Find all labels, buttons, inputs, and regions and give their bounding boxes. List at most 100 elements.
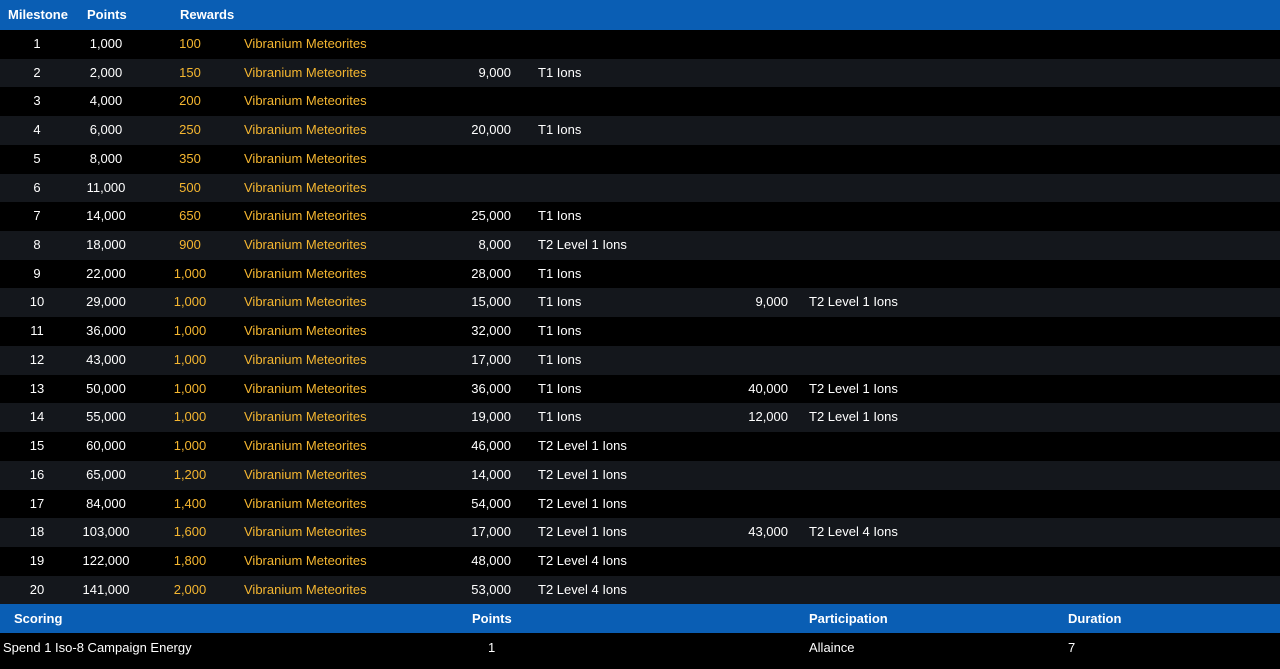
milestone-cell: 8 <box>33 237 41 253</box>
reward-amount-cell: 1,000 <box>173 351 207 367</box>
scoring-table: Scoring Points Participation Duration Sp… <box>0 604 1280 663</box>
ion-name-cell: T2 Level 1 Ions <box>538 466 627 482</box>
reward-amount-cell: 1,000 <box>173 438 207 454</box>
reward-amount-cell: 900 <box>179 237 201 253</box>
ion-name-cell: T2 Level 1 Ions <box>538 524 627 540</box>
ion-amount-cell: 9,000 <box>478 64 511 80</box>
reward-name-cell: Vibranium Meteorites <box>244 438 367 454</box>
table-row: 20 141,000 2,000 Vibranium Meteorites 53,000… <box>0 575 1280 605</box>
table-row: 9 22,000 1,000 Vibranium Meteorites 28,000 T1… <box>0 259 1280 289</box>
points-cell: 122,000 <box>82 552 130 568</box>
table-row: 6 11,000 500 Vibranium Meteorites <box>0 173 1280 203</box>
reward-amount-cell: 2,000 <box>173 581 207 597</box>
reward-amount-cell: 1,600 <box>173 524 207 540</box>
table-row: 11 36,000 1,000 Vibranium Meteorites 32,000 T… <box>0 317 1280 346</box>
milestone-cell: 11 <box>30 323 44 339</box>
milestone-cell: 10 <box>29 294 45 310</box>
reward-name-cell: Vibranium Meteorites <box>244 351 367 367</box>
table-row: 18 103,000 1,600 Vibranium Meteorites 17,000… <box>0 518 1280 547</box>
milestone-cell: 17 <box>29 495 45 511</box>
extra-ion-amount-cell: 12,000 <box>748 409 788 425</box>
reward-amount-cell: 250 <box>179 122 201 138</box>
ion-amount-cell: 14,000 <box>471 466 511 482</box>
reward-name-cell: Vibranium Meteorites <box>244 524 367 540</box>
points-cell: 4,000 <box>89 93 123 109</box>
reward-name-cell: Vibranium Meteorites <box>244 581 367 597</box>
scoring-column-header: Scoring <box>14 611 63 627</box>
reward-amount-cell: 150 <box>179 64 201 80</box>
reward-amount-cell: 1,200 <box>173 466 207 482</box>
reward-name-cell: Vibranium Meteorites <box>244 265 367 281</box>
points-cell: 22,000 <box>86 265 126 281</box>
milestone-cell: 19 <box>29 552 45 568</box>
ion-name-cell: T1 Ions <box>538 208 582 224</box>
ion-name-cell: T1 Ions <box>538 323 582 339</box>
reward-amount-cell: 1,000 <box>173 409 207 425</box>
ion-amount-cell: 46,000 <box>471 438 511 454</box>
milestone-cell: 16 <box>29 466 45 482</box>
reward-name-cell: Vibranium Meteorites <box>244 380 367 396</box>
milestone-cell: 1 <box>33 36 41 51</box>
milestone-cell: 9 <box>33 265 41 281</box>
table-row: 3 4,000 200 Vibranium Meteorites <box>0 87 1280 117</box>
reward-amount-cell: 1,000 <box>173 265 207 281</box>
ion-amount-cell: 32,000 <box>471 323 511 339</box>
rewards-column-header: Rewards <box>180 7 235 22</box>
points-cell: 103,000 <box>82 524 130 540</box>
milestones-header-row: Milestone Points Rewards <box>0 0 1280 30</box>
milestone-cell: 12 <box>29 351 45 367</box>
ion-name-cell: T1 Ions <box>538 351 582 367</box>
points-cell: 1,000 <box>89 36 123 51</box>
extra-ion-amount-cell: 9,000 <box>755 294 788 310</box>
ion-name-cell: T1 Ions <box>538 409 582 425</box>
scoring-row: Spend 1 Iso-8 Campaign Energy 1 Allaince… <box>0 633 1280 663</box>
points-cell: 43,000 <box>86 351 126 367</box>
milestone-column-header: Milestone <box>8 7 68 22</box>
table-row: 14 55,000 1,000 Vibranium Meteorites 19,000 T… <box>0 403 1280 433</box>
reward-amount-cell: 500 <box>179 179 201 195</box>
points-cell: 55,000 <box>86 409 126 425</box>
milestone-cell: 18 <box>29 524 45 540</box>
ion-name-cell: T1 Ions <box>538 380 582 396</box>
points-cell: 11,000 <box>86 179 126 195</box>
ion-name-cell: T2 Level 1 Ions <box>538 495 627 511</box>
ion-amount-cell: 48,000 <box>471 552 511 568</box>
milestone-cell: 3 <box>33 93 41 109</box>
ion-amount-cell: 15,000 <box>471 294 511 310</box>
reward-name-cell: Vibranium Meteorites <box>244 64 367 80</box>
duration-value: 7 <box>1068 640 1076 656</box>
ion-amount-cell: 19,000 <box>471 409 511 425</box>
points-cell: 141,000 <box>82 581 130 597</box>
reward-amount-cell: 1,000 <box>173 294 207 310</box>
ion-name-cell: T2 Level 4 Ions <box>538 552 627 568</box>
reward-name-cell: Vibranium Meteorites <box>244 36 367 51</box>
reward-name-cell: Vibranium Meteorites <box>244 237 367 253</box>
extra-ion-amount-cell: 40,000 <box>748 380 788 396</box>
ion-name-cell: T1 Ions <box>538 122 582 138</box>
points-cell: 29,000 <box>86 294 126 310</box>
reward-name-cell: Vibranium Meteorites <box>244 93 367 109</box>
points-cell: 84,000 <box>86 495 126 511</box>
milestone-cell: 6 <box>33 179 41 195</box>
reward-amount-cell: 1,400 <box>173 495 207 511</box>
extra-ion-name-cell: T2 Level 1 Ions <box>809 294 898 310</box>
table-row: 19 122,000 1,800 Vibranium Meteorites 48,000… <box>0 546 1280 576</box>
ion-name-cell: T2 Level 1 Ions <box>538 237 627 253</box>
table-row: 4 6,000 250 Vibranium Meteorites 20,000 T1 Io… <box>0 116 1280 145</box>
ion-amount-cell: 20,000 <box>471 122 511 138</box>
ion-amount-cell: 17,000 <box>471 524 511 540</box>
reward-name-cell: Vibranium Meteorites <box>244 179 367 195</box>
table-row: 15 60,000 1,000 Vibranium Meteorites 46,000 T… <box>0 432 1280 461</box>
duration-column-header: Duration <box>1068 611 1122 627</box>
ion-amount-cell: 8,000 <box>478 237 511 253</box>
ion-name-cell: T2 Level 4 Ions <box>538 581 627 597</box>
milestone-cell: 20 <box>29 581 45 597</box>
reward-name-cell: Vibranium Meteorites <box>244 495 367 511</box>
reward-name-cell: Vibranium Meteorites <box>244 150 367 166</box>
milestones-table: Milestone Points Rewards 1 1,000 100 Vibran… <box>0 0 1280 605</box>
scoring-header-row: Scoring Points Participation Duration <box>0 604 1280 634</box>
ion-amount-cell: 28,000 <box>471 265 511 281</box>
milestones-body: 1 1,000 100 Vibranium Meteorites 2 2,000 150 Vi… <box>0 30 1280 605</box>
table-row: 10 29,000 1,000 Vibranium Meteorites 15,000 T… <box>0 288 1280 318</box>
ion-name-cell: T1 Ions <box>538 265 582 281</box>
